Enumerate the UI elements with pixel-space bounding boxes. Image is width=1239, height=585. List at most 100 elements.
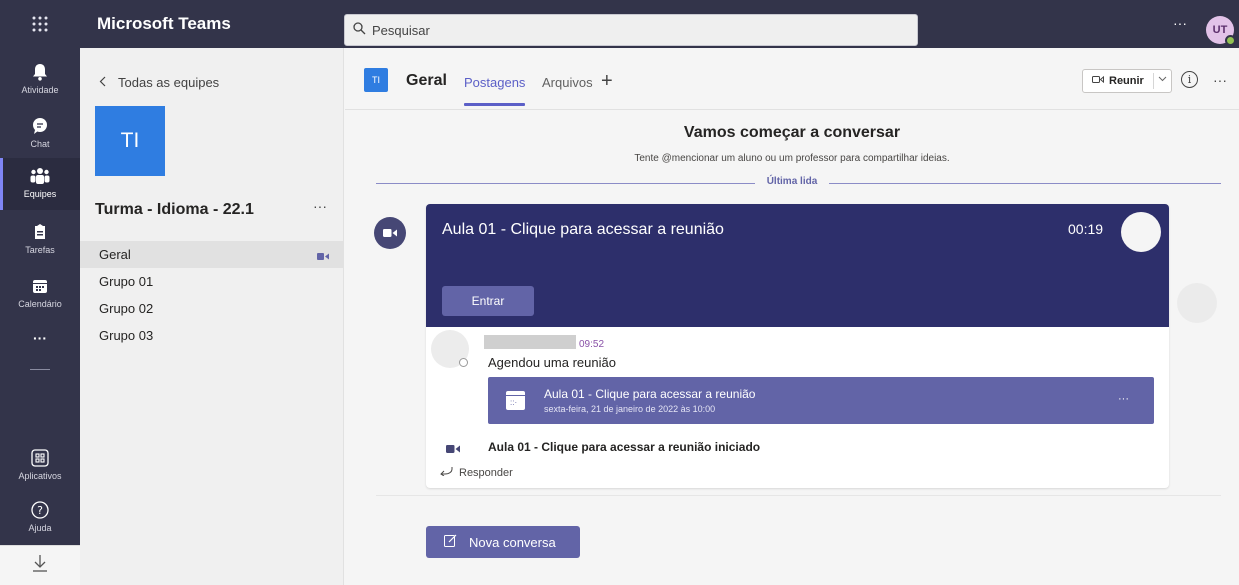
welcome-subtitle: Tente @mencionar um aluno ou um professo… — [634, 153, 950, 164]
chevron-left-icon — [99, 75, 106, 90]
sender-name-redacted — [484, 335, 576, 349]
rail-divider — [30, 369, 50, 370]
avatar-initials: UT — [1212, 24, 1228, 36]
svg-text:?: ? — [37, 504, 43, 517]
tab-postagens[interactable]: Postagens — [464, 75, 526, 106]
rail-item-activity[interactable]: Atividade — [0, 56, 80, 102]
join-meeting-button[interactable]: Entrar — [442, 286, 534, 316]
assignments-icon — [30, 222, 50, 242]
meet-now-button[interactable]: Reunir — [1082, 69, 1172, 93]
download-icon — [32, 554, 48, 577]
channel-label: Grupo 03 — [99, 328, 154, 343]
channel-header: TI Geral Postagens Arquivos + Reunir i ·… — [345, 48, 1239, 110]
bell-icon — [30, 62, 50, 82]
rail-label: Chat — [30, 139, 50, 149]
rail-item-teams[interactable]: Equipes — [0, 158, 80, 210]
rail-more-button[interactable]: ··· — [0, 330, 80, 354]
meeting-title: Aula 01 - Clique para acessar a reunião — [442, 221, 724, 238]
meeting-duration: 00:19 — [1068, 221, 1104, 237]
channel-more-icon[interactable]: ··· — [1213, 72, 1227, 88]
user-avatar[interactable]: UT — [1206, 16, 1236, 46]
all-teams-link[interactable]: Todas as equipes — [99, 75, 219, 90]
rail-label: Aplicativos — [18, 471, 62, 481]
rail-label: Atividade — [21, 85, 59, 95]
info-icon[interactable]: i — [1181, 71, 1198, 88]
channel-label: Geral — [99, 247, 131, 262]
video-camera-icon — [446, 441, 460, 459]
search-input[interactable]: Pesquisar — [344, 14, 918, 46]
rail-item-help[interactable]: ? Ajuda — [0, 498, 80, 544]
settings-more-icon[interactable]: ··· — [1173, 15, 1187, 31]
meet-now-label: Reunir — [1109, 75, 1144, 87]
channel-label: Grupo 02 — [99, 301, 154, 316]
rail-label: Equipes — [23, 189, 57, 199]
channel-label: Grupo 01 — [99, 274, 154, 289]
reply-icon — [440, 466, 453, 479]
rail-label: Ajuda — [28, 523, 52, 533]
all-teams-label: Todas as equipes — [118, 75, 220, 90]
channel-title: Geral — [406, 72, 447, 89]
presence-icon — [459, 358, 468, 367]
event-date: sexta-feira, 21 de janeiro de 2022 às 10… — [544, 404, 716, 414]
event-more-icon[interactable]: ··· — [1118, 393, 1129, 405]
meeting-event-card[interactable]: ::· Aula 01 - Clique para acessar a reun… — [488, 377, 1154, 424]
team-avatar: TI — [95, 106, 165, 176]
compose-icon — [444, 534, 457, 550]
welcome-title: Vamos começar a conversar — [683, 124, 901, 141]
more-icon: ··· — [33, 330, 47, 346]
search-placeholder: Pesquisar — [372, 22, 430, 38]
sender-avatar[interactable] — [431, 330, 469, 368]
calendar-icon: ::· — [506, 391, 525, 410]
app-title: Microsoft Teams — [97, 14, 231, 33]
rail-item-calendar[interactable]: Calendário — [0, 270, 80, 316]
add-tab-icon[interactable]: + — [601, 70, 613, 93]
team-sidebar: Todas as equipes TI Turma - Idioma - 22.… — [80, 48, 344, 585]
apps-icon — [30, 448, 50, 468]
participant-avatar[interactable] — [1121, 212, 1161, 252]
download-button[interactable] — [0, 545, 80, 585]
chevron-down-icon[interactable] — [1158, 74, 1167, 84]
participant-avatar[interactable] — [1177, 283, 1217, 323]
team-name: Turma - Idioma - 22.1 — [95, 201, 254, 218]
search-icon — [353, 22, 366, 38]
channel-team-avatar: TI — [364, 68, 388, 92]
channel-item-grupo-03[interactable]: Grupo 03 — [80, 322, 343, 349]
meeting-started-text: Aula 01 - Clique para acessar a reunião … — [488, 440, 761, 454]
rail-item-apps[interactable]: Aplicativos — [0, 446, 80, 492]
tab-arquivos[interactable]: Arquivos — [542, 75, 593, 90]
new-conversation-label: Nova conversa — [469, 534, 556, 550]
app-rail: Atividade Chat Equipes Tarefas Calendári… — [0, 48, 80, 585]
calendar-icon — [30, 276, 50, 296]
channel-item-grupo-01[interactable]: Grupo 01 — [80, 268, 343, 295]
chat-icon — [30, 116, 50, 136]
rail-item-chat[interactable]: Chat — [0, 110, 80, 156]
new-conversation-button[interactable]: Nova conversa — [426, 526, 580, 558]
reply-button[interactable]: Responder — [440, 466, 513, 479]
help-icon: ? — [30, 500, 50, 520]
last-read-label: Última lida — [345, 176, 1239, 187]
rail-item-assignments[interactable]: Tarefas — [0, 216, 80, 262]
team-more-icon[interactable]: ··· — [313, 198, 327, 214]
event-title: Aula 01 - Clique para acessar a reunião — [544, 387, 756, 401]
channel-list: Geral Grupo 01 Grupo 02 Grupo 03 — [80, 241, 343, 349]
reply-label: Responder — [459, 466, 513, 479]
presence-icon — [1225, 35, 1236, 46]
button-separator — [1153, 73, 1154, 89]
message-text: Agendou uma reunião — [488, 355, 616, 370]
video-camera-icon — [1092, 75, 1104, 87]
app-launcher-icon[interactable] — [0, 0, 80, 48]
rail-label: Calendário — [18, 299, 62, 309]
rail-label: Tarefas — [25, 245, 55, 255]
channel-item-geral[interactable]: Geral — [80, 241, 343, 268]
top-bar: Microsoft Teams Pesquisar ··· UT — [0, 0, 1239, 48]
message-timestamp: 09:52 — [579, 339, 605, 350]
channel-item-grupo-02[interactable]: Grupo 02 — [80, 295, 343, 322]
meeting-icon — [374, 217, 406, 249]
meeting-banner: Aula 01 - Clique para acessar a reunião … — [426, 204, 1169, 327]
conversation-area: Vamos começar a conversar Tente @mencion… — [345, 111, 1239, 585]
teams-icon — [30, 166, 50, 186]
thread-divider — [376, 495, 1221, 496]
last-read-text: Última lida — [754, 176, 830, 187]
meeting-thread-card: Aula 01 - Clique para acessar a reunião … — [426, 204, 1169, 488]
meeting-in-progress-icon — [317, 249, 329, 264]
